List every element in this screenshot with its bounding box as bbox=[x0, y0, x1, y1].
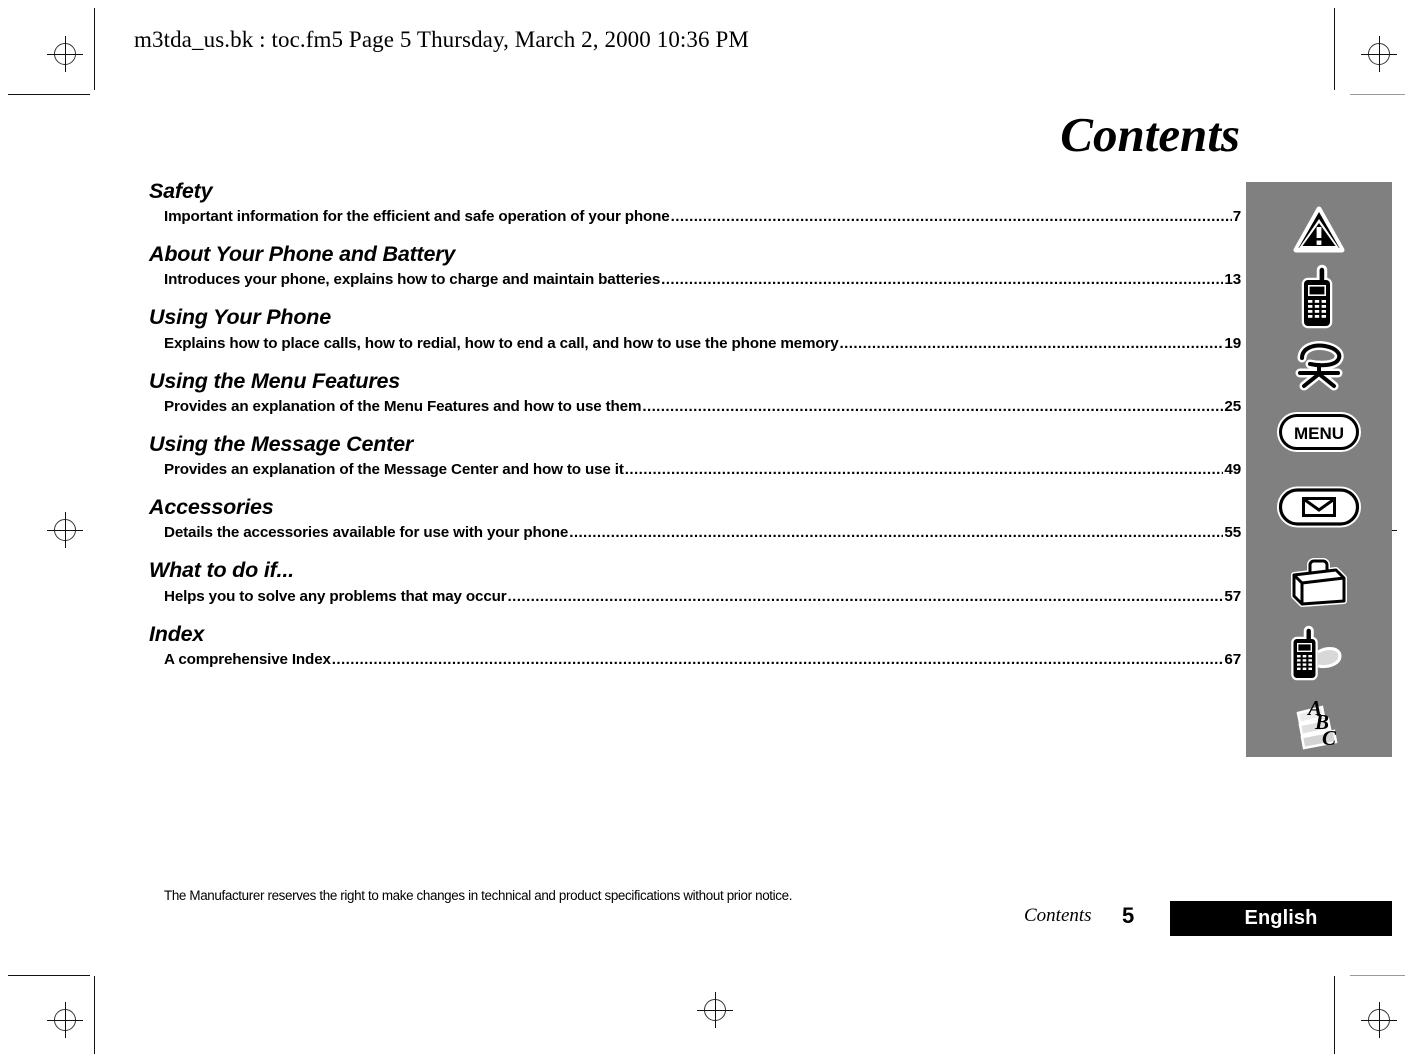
crop-line-bottom-left-horizontal bbox=[8, 975, 90, 976]
toc-entry-page-number: 25 bbox=[1224, 397, 1241, 415]
dot-leader: ........................................… bbox=[839, 334, 1224, 352]
toc-entry-page-number: 67 bbox=[1224, 650, 1241, 668]
document-page: m3tda_us.bk : toc.fm5 Page 5 Thursday, M… bbox=[0, 0, 1413, 1062]
registration-mark-bottom-right bbox=[1361, 1002, 1397, 1038]
toc-entry-row[interactable]: Provides an explanation of the Message C… bbox=[149, 461, 1241, 478]
menu-button-label: MENU bbox=[1294, 424, 1344, 443]
registration-mark-bottom-left bbox=[47, 1002, 83, 1038]
phone-troubleshoot-icon bbox=[1246, 624, 1392, 686]
abc-index-icon: A B C bbox=[1246, 694, 1392, 752]
toc-entry-row[interactable]: Helps you to solve any problems that may… bbox=[149, 588, 1241, 605]
toc-entry-page-number: 7 bbox=[1232, 208, 1241, 226]
footer-page-number: 5 bbox=[1122, 903, 1135, 928]
crop-line-bottom-right-vertical bbox=[1334, 976, 1335, 1054]
dot-leader: ........................................… bbox=[642, 397, 1223, 415]
file-slug-line: m3tda_us.bk : toc.fm5 Page 5 Thursday, M… bbox=[134, 27, 749, 52]
mobile-phone-icon bbox=[1246, 264, 1392, 330]
table-of-contents: Safety Important information for the eff… bbox=[149, 178, 1241, 668]
toc-entry: Using the Message Center Provides an exp… bbox=[149, 431, 1241, 478]
dot-leader: ........................................… bbox=[670, 208, 1232, 226]
briefcase-icon bbox=[1246, 554, 1392, 610]
toc-entry-description: Provides an explanation of the Message C… bbox=[164, 461, 624, 479]
toc-entry: What to do if... Helps you to solve any … bbox=[149, 557, 1241, 604]
toc-entry: Safety Important information for the eff… bbox=[149, 178, 1241, 225]
toc-entry-description: A comprehensive Index bbox=[164, 650, 331, 668]
dot-leader: ........................................… bbox=[507, 587, 1224, 605]
registration-mark-middle-left bbox=[47, 512, 83, 548]
crop-line-top-right-vertical bbox=[1334, 8, 1335, 90]
crop-line-top-left-vertical bbox=[94, 8, 95, 90]
crop-line-bottom-right-horizontal bbox=[1350, 975, 1405, 976]
footer-language-label: English bbox=[1244, 907, 1318, 929]
registration-mark-bottom-center bbox=[697, 992, 733, 1028]
crop-line-top-right-horizontal bbox=[1350, 94, 1405, 95]
toc-entry-title: About Your Phone and Battery bbox=[149, 242, 456, 267]
toc-entry-title: Using the Message Center bbox=[149, 431, 414, 456]
svg-text:C: C bbox=[1322, 726, 1337, 750]
toc-entry-title: What to do if... bbox=[149, 558, 294, 583]
toc-entry: Accessories Details the accessories avai… bbox=[149, 494, 1241, 541]
toc-entry-page-number: 19 bbox=[1224, 334, 1241, 352]
toc-entry-page-number: 57 bbox=[1224, 587, 1241, 605]
toc-entry-title: Index bbox=[149, 621, 205, 646]
toc-entry-title: Using the Menu Features bbox=[149, 368, 401, 393]
toc-entry-page-number: 55 bbox=[1224, 524, 1241, 542]
footer-section-name: Contents bbox=[1024, 905, 1092, 926]
dot-leader: ........................................… bbox=[331, 650, 1224, 668]
toc-entry-description: Explains how to place calls, how to redi… bbox=[164, 334, 839, 352]
menu-button-icon[interactable]: MENU bbox=[1246, 410, 1392, 454]
toc-entry: About Your Phone and Battery Introduces … bbox=[149, 241, 1241, 288]
warning-triangle-icon bbox=[1246, 202, 1392, 258]
toc-entry-description: Introduces your phone, explains how to c… bbox=[164, 271, 661, 289]
toc-entry-row[interactable]: Introduces your phone, explains how to c… bbox=[149, 271, 1241, 288]
toc-entry-row[interactable]: Important information for the efficient … bbox=[149, 208, 1241, 225]
manufacturer-disclaimer: The Manufacturer reserves the right to m… bbox=[164, 888, 793, 903]
dot-leader: ........................................… bbox=[569, 524, 1223, 542]
registration-mark-top-left bbox=[47, 36, 83, 72]
dot-leader: ........................................… bbox=[661, 271, 1223, 289]
toc-entry-row[interactable]: Explains how to place calls, how to redi… bbox=[149, 335, 1241, 352]
dot-leader: ........................................… bbox=[624, 461, 1224, 479]
footer-language-bar: English bbox=[1170, 901, 1392, 936]
page-title: Contents bbox=[1060, 107, 1240, 162]
toc-entry: Using the Menu Features Provides an expl… bbox=[149, 368, 1241, 415]
toc-entry-title: Accessories bbox=[149, 495, 274, 520]
crop-line-top-left-horizontal bbox=[8, 94, 90, 95]
toc-entry-page-number: 13 bbox=[1224, 271, 1241, 289]
toc-entry-description: Helps you to solve any problems that may… bbox=[164, 587, 507, 605]
toc-entry-description: Details the accessories available for us… bbox=[164, 524, 569, 542]
toc-entry-row[interactable]: Details the accessories available for us… bbox=[149, 524, 1241, 541]
toc-entry-row[interactable]: Provides an explanation of the Menu Feat… bbox=[149, 398, 1241, 415]
handset-call-icon bbox=[1246, 337, 1392, 395]
toc-entry-description: Important information for the efficient … bbox=[164, 208, 670, 226]
toc-entry-title: Safety bbox=[149, 179, 213, 203]
toc-entry-title: Using Your Phone bbox=[149, 305, 331, 330]
chapter-icon-sidebar: MENU A B C bbox=[1246, 182, 1392, 757]
toc-entry-description: Provides an explanation of the Menu Feat… bbox=[164, 397, 642, 415]
registration-mark-top-right bbox=[1361, 36, 1397, 72]
crop-line-bottom-left-vertical bbox=[94, 976, 95, 1054]
envelope-message-icon bbox=[1246, 484, 1392, 530]
toc-entry-row[interactable]: A comprehensive Index ..................… bbox=[149, 651, 1241, 668]
toc-entry: Index A comprehensive Index ............… bbox=[149, 621, 1241, 668]
toc-entry-page-number: 49 bbox=[1224, 461, 1241, 479]
toc-entry: Using Your Phone Explains how to place c… bbox=[149, 304, 1241, 351]
